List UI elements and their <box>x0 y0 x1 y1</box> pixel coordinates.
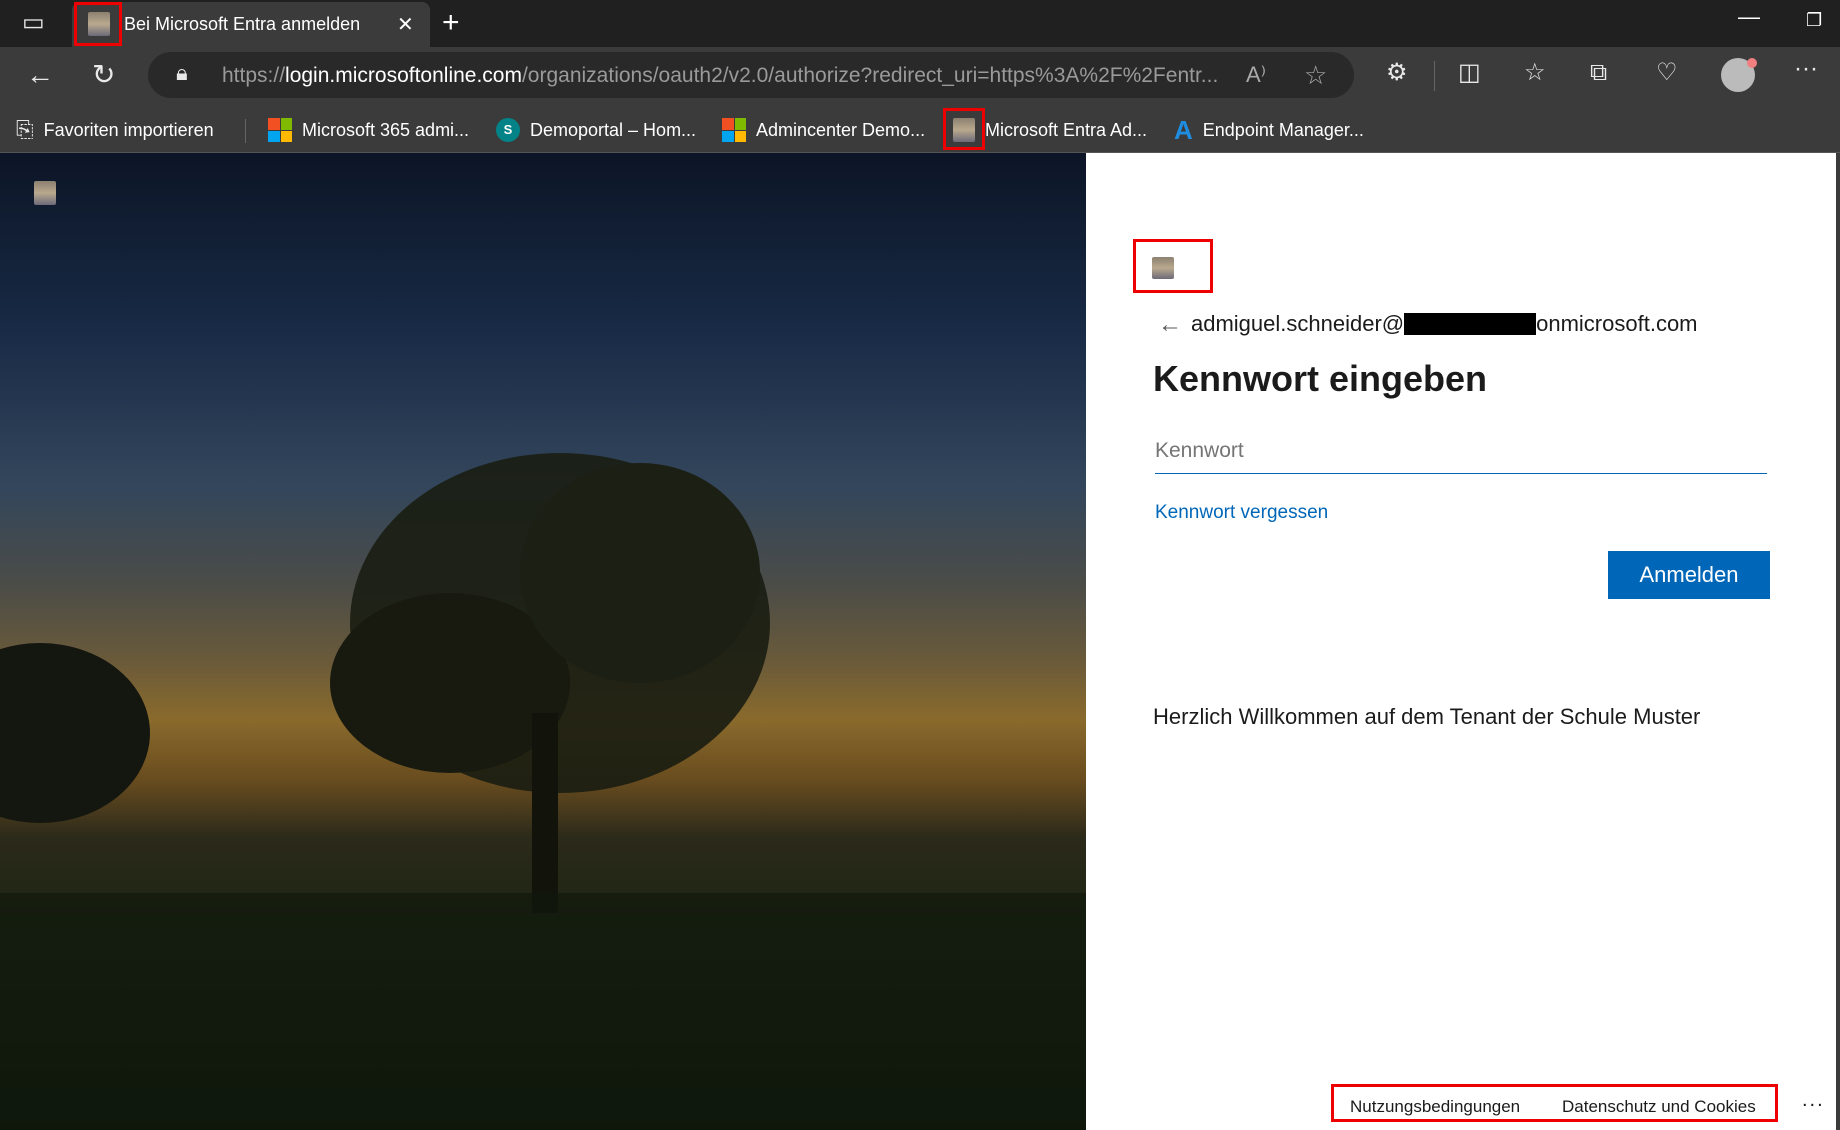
bookmark-label: Favoriten importieren <box>43 119 214 140</box>
welcome-text: Herzlich Willkommen auf dem Tenant der S… <box>1153 704 1701 729</box>
tenant-logo-small <box>34 181 56 205</box>
refresh-icon[interactable]: ↻ <box>92 61 115 89</box>
forgot-password-link[interactable]: Kennwort vergessen <box>1155 502 1328 524</box>
url-path: /organizations/oauth2/v2.0/authorize?red… <box>521 64 1219 87</box>
bookmark-demoportal[interactable]: S Demoportal – Hom... <box>496 107 696 153</box>
school-crest-icon <box>953 118 975 142</box>
new-tab-icon[interactable]: + <box>442 6 460 40</box>
more-icon[interactable]: ··· <box>1794 57 1818 81</box>
sign-in-button[interactable]: Anmelden <box>1608 551 1770 599</box>
background-image <box>0 153 1086 1130</box>
url-prefix: https:// <box>222 64 286 87</box>
bookmark-entra[interactable]: Microsoft Entra Ad... <box>953 107 1147 153</box>
browser-essentials-icon[interactable]: ♡ <box>1656 61 1678 85</box>
tenant-logo <box>1152 257 1174 279</box>
back-arrow-icon[interactable]: ← <box>1158 311 1182 339</box>
bookmark-label: Microsoft Entra Ad... <box>985 119 1148 140</box>
address-bar[interactable]: 🔒︎ https://login.microsoftonline.com/org… <box>148 52 1354 98</box>
bookmarks-bar: ⎘ Favoriten importieren Microsoft 365 adm… <box>0 107 1840 153</box>
bookmark-label: Endpoint Manager... <box>1202 119 1364 140</box>
read-aloud-icon[interactable]: A⁾ <box>1246 62 1266 88</box>
sign-in-panel: ← admiguel.schneider@ onmicrosoft.com Ke… <box>1086 153 1836 1130</box>
redacted-domain <box>1404 313 1537 335</box>
url-host: login.microsoftonline.com <box>285 64 522 87</box>
restore-icon[interactable]: ❐ <box>1806 10 1822 31</box>
bookmark-label: Demoportal – Hom... <box>530 119 697 140</box>
collections-icon[interactable]: ⧉ <box>1590 61 1607 85</box>
azure-icon: A <box>1174 114 1193 145</box>
bookmark-m365[interactable]: Microsoft 365 admi... <box>268 107 469 153</box>
minimize-icon[interactable]: — <box>1738 4 1760 30</box>
privacy-link[interactable]: Datenschutz und Cookies <box>1562 1097 1756 1117</box>
microsoft-logo-icon <box>722 118 746 142</box>
lock-icon[interactable]: 🔒︎ <box>176 62 188 84</box>
close-tab-icon[interactable]: ✕ <box>397 12 414 37</box>
microsoft-logo-icon <box>268 118 292 142</box>
account-domain: onmicrosoft.com <box>1536 311 1698 336</box>
toolbar: ← ↻ 🔒︎ https://login.microsoftonline.com… <box>0 47 1840 107</box>
terms-link[interactable]: Nutzungsbedingungen <box>1350 1097 1520 1117</box>
tab-favicon-icon <box>88 12 110 36</box>
sharepoint-icon: S <box>496 118 520 142</box>
tab-title: Bei Microsoft Entra anmelden <box>124 14 361 34</box>
tree-silhouette <box>0 453 1086 1130</box>
tab-actions-icon[interactable]: ▭ <box>22 11 45 35</box>
split-screen-icon[interactable]: ◫ <box>1458 61 1481 85</box>
import-icon: ⎘ <box>16 117 34 142</box>
divider <box>245 119 246 143</box>
page-title: Kennwort eingeben <box>1153 358 1488 399</box>
more-options-icon[interactable]: ... <box>1802 1089 1825 1112</box>
bookmark-label: Microsoft 365 admi... <box>302 119 470 140</box>
divider <box>1434 61 1435 91</box>
favorites-icon[interactable]: ☆ <box>1524 61 1546 85</box>
bookmark-import[interactable]: ⎘ Favoriten importieren <box>16 107 214 153</box>
bookmark-endpoint[interactable]: A Endpoint Manager... <box>1174 107 1364 153</box>
tab-active[interactable]: Bei Microsoft Entra anmelden ✕ <box>72 2 430 47</box>
back-icon[interactable]: ← <box>26 61 54 89</box>
profile-badge <box>1747 58 1757 68</box>
bookmark-admincenter[interactable]: Admincenter Demo... <box>722 107 925 153</box>
password-input[interactable] <box>1155 428 1767 474</box>
extensions-icon[interactable]: ⚙ <box>1386 61 1408 85</box>
tab-bar: ▭ Bei Microsoft Entra anmelden ✕ + — ❐ <box>0 0 1840 47</box>
account-email: admiguel.schneider@ <box>1191 311 1405 336</box>
scrollbar[interactable] <box>1836 153 1840 1130</box>
favorite-star-icon[interactable]: ☆ <box>1304 60 1327 91</box>
bookmark-label: Admincenter Demo... <box>756 119 926 140</box>
